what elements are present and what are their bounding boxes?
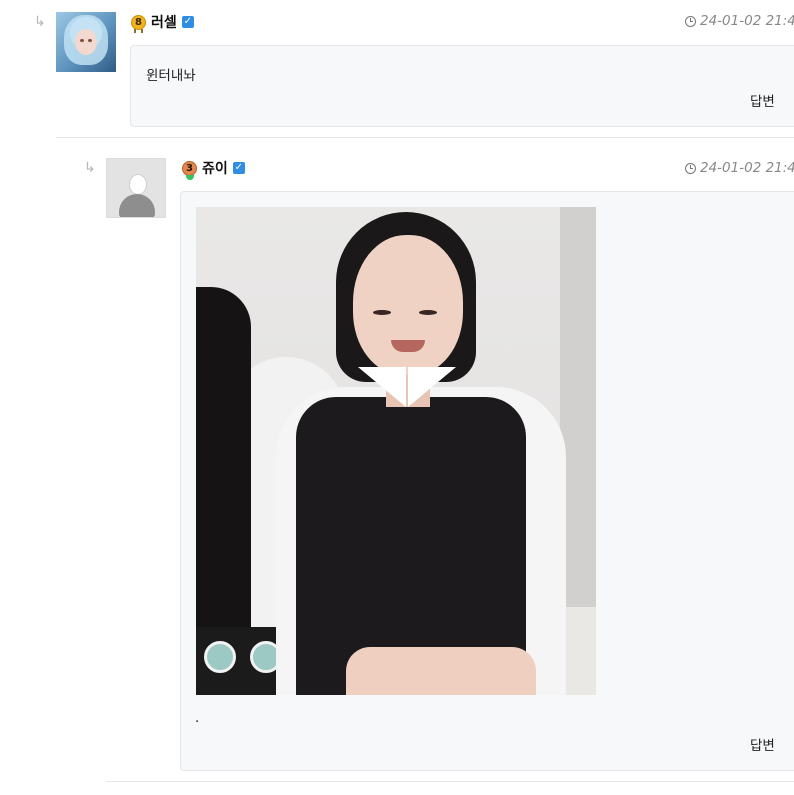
level-badge-icon: 3 [182, 160, 197, 180]
author-name[interactable]: 러셀 [151, 12, 177, 32]
comment-datetime: 24-01-02 21:4 [685, 13, 794, 29]
comment-divider [56, 137, 794, 138]
reply-arrow-icon: ↳ [84, 160, 96, 176]
clock-icon [685, 162, 696, 174]
avatar[interactable] [56, 12, 116, 72]
verified-check-icon: ✓ [181, 16, 194, 28]
comment-datetime: 24-01-02 21:4 [685, 160, 794, 176]
datetime-text: 24-01-02 21:4 [700, 160, 794, 176]
reply-button[interactable]: 답변 [750, 90, 775, 110]
reply-button[interactable]: 답변 [750, 734, 775, 754]
reply-arrow-icon: ↳ [34, 14, 46, 30]
author-row: 3 쥬이 ✓ [182, 158, 245, 180]
comment-text: 윈터내놔 [146, 68, 196, 84]
comment-text: . [195, 710, 200, 726]
author-row: 8 러셀 ✓ [131, 12, 194, 33]
verified-check-icon: ✓ [232, 162, 245, 174]
avatar[interactable] [106, 158, 166, 218]
comment-divider [106, 781, 794, 782]
attached-photo[interactable] [196, 207, 596, 695]
datetime-text: 24-01-02 21:4 [700, 13, 794, 29]
author-name[interactable]: 쥬이 [202, 158, 228, 178]
clock-icon [685, 15, 696, 27]
comment-bubble [130, 45, 794, 127]
level-badge-icon: 8 [131, 14, 146, 33]
